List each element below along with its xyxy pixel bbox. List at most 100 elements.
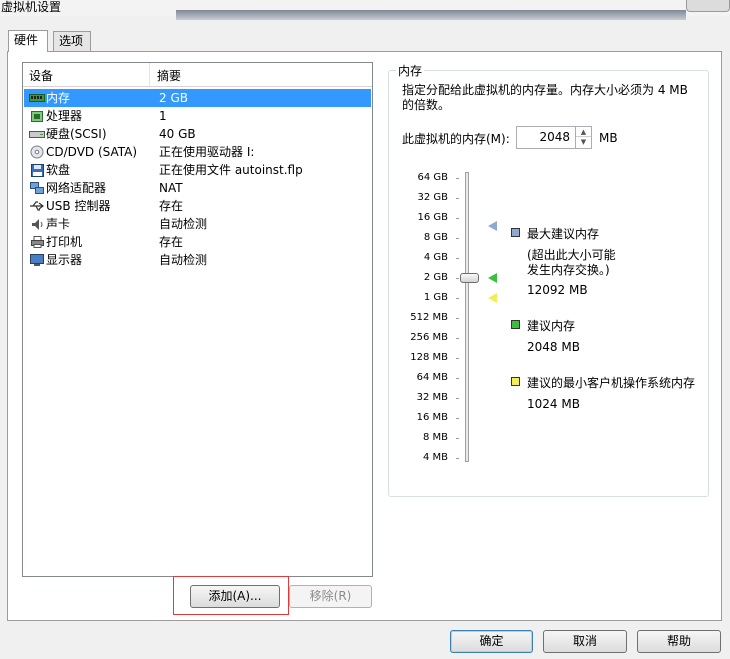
hardware-row-usb[interactable]: USB 控制器 存在 bbox=[24, 197, 371, 215]
scale-tick-mark bbox=[456, 318, 459, 319]
scale-tick-label: 64 GB bbox=[417, 172, 448, 183]
row-summary: 自动检测 bbox=[159, 217, 208, 231]
scale-tick-label: 2 GB bbox=[423, 272, 448, 283]
row-name: 软盘 bbox=[46, 163, 71, 177]
spin-down-icon[interactable]: ▼ bbox=[576, 137, 591, 147]
recommended-legend-swatch bbox=[511, 320, 520, 329]
row-name: 显示器 bbox=[46, 253, 83, 267]
hardware-row-floppy[interactable]: 软盘 正在使用文件 autoinst.flp bbox=[24, 161, 371, 179]
hardware-row-network[interactable]: 网络适配器 NAT bbox=[24, 179, 371, 197]
scale-tick-mark bbox=[456, 358, 459, 359]
row-summary: NAT bbox=[159, 181, 183, 195]
scale-tick-label: 8 GB bbox=[423, 232, 448, 243]
row-name: USB 控制器 bbox=[46, 199, 111, 213]
memory-icon bbox=[29, 91, 45, 105]
guest-min-value: 1024 MB bbox=[527, 397, 580, 411]
guest-min-marker bbox=[488, 293, 497, 303]
hardware-row-processor[interactable]: 处理器 1 bbox=[24, 107, 371, 125]
column-header-device[interactable]: 设备 bbox=[23, 63, 150, 86]
scale-tick-mark bbox=[456, 178, 459, 179]
row-name: CD/DVD (SATA) bbox=[46, 145, 138, 159]
row-summary: 存在 bbox=[159, 199, 184, 213]
guest-min-legend-swatch bbox=[511, 377, 520, 386]
printer-icon bbox=[29, 235, 45, 249]
guest-min-title: 建议的最小客户机操作系统内存 bbox=[527, 376, 696, 390]
scale-tick-label: 16 MB bbox=[416, 412, 448, 423]
memory-slider-thumb[interactable] bbox=[460, 273, 479, 283]
title-bar-shade bbox=[176, 10, 686, 20]
memory-description: 指定分配给此虚拟机的内存量。内存大小必须为 4 MB 的倍数。 bbox=[402, 83, 688, 112]
scale-tick-mark bbox=[456, 258, 459, 259]
memory-value[interactable]: 2048 bbox=[539, 130, 570, 144]
hardware-row-memory[interactable]: 内存 2 GB bbox=[24, 89, 371, 107]
row-name: 网络适配器 bbox=[46, 181, 107, 195]
row-summary: 40 GB bbox=[159, 127, 196, 141]
memory-group-title: 内存 bbox=[396, 62, 425, 79]
ok-button[interactable]: 确定 bbox=[450, 630, 533, 653]
recommended-title: 建议内存 bbox=[527, 319, 576, 333]
max-memory-note: (超出此大小可能 发生内存交换。) bbox=[527, 248, 616, 277]
hardware-row-hard-disk[interactable]: 硬盘(SCSI) 40 GB bbox=[24, 125, 371, 143]
scale-tick-label: 32 MB bbox=[416, 392, 448, 403]
scale-tick-label: 512 MB bbox=[410, 312, 448, 323]
recommended-marker bbox=[488, 273, 497, 283]
tab-options-label: 选项 bbox=[59, 34, 84, 48]
scale-tick-mark bbox=[456, 218, 459, 219]
row-name: 打印机 bbox=[46, 235, 83, 249]
cd-dvd-icon bbox=[29, 145, 45, 159]
max-memory-legend-swatch bbox=[511, 228, 520, 237]
hardware-row-sound[interactable]: 声卡 自动检测 bbox=[24, 215, 371, 233]
hardware-row-display[interactable]: 显示器 自动检测 bbox=[24, 251, 371, 269]
scale-tick-label: 128 MB bbox=[410, 352, 448, 363]
row-summary: 正在使用文件 autoinst.flp bbox=[159, 163, 303, 177]
spin-up-icon[interactable]: ▲ bbox=[576, 127, 591, 137]
floppy-icon bbox=[29, 163, 45, 177]
cancel-button[interactable]: 取消 bbox=[543, 630, 627, 653]
sound-icon bbox=[29, 217, 45, 231]
cpu-icon bbox=[29, 109, 45, 123]
row-summary: 2 GB bbox=[159, 91, 188, 105]
row-summary: 1 bbox=[159, 109, 167, 123]
memory-spinbox[interactable]: 2048 ▲ ▼ bbox=[516, 126, 592, 149]
scale-tick-mark bbox=[456, 438, 459, 439]
row-name: 声卡 bbox=[46, 217, 71, 231]
scale-tick-mark bbox=[456, 338, 459, 339]
row-name: 硬盘(SCSI) bbox=[46, 127, 107, 141]
hardware-row-cd-dvd[interactable]: CD/DVD (SATA) 正在使用驱动器 I: bbox=[24, 143, 371, 161]
usb-icon bbox=[29, 199, 45, 213]
hard-disk-icon bbox=[29, 127, 45, 141]
memory-field-label: 此虚拟机的内存(M): bbox=[402, 132, 510, 146]
scale-tick-mark bbox=[456, 298, 459, 299]
row-name: 内存 bbox=[46, 91, 71, 105]
display-icon bbox=[29, 253, 45, 267]
column-header-summary[interactable]: 摘要 bbox=[151, 63, 371, 86]
recommended-value: 2048 MB bbox=[527, 340, 580, 354]
help-button[interactable]: 帮助 bbox=[637, 630, 721, 653]
title-bar: 虚拟机设置 bbox=[0, 0, 730, 20]
remove-hardware-button[interactable]: 移除(R) bbox=[289, 585, 372, 608]
tab-options[interactable]: 选项 bbox=[53, 31, 91, 52]
scale-tick-mark bbox=[456, 458, 459, 459]
hardware-row-printer[interactable]: 打印机 存在 bbox=[24, 233, 371, 251]
scale-tick-label: 64 MB bbox=[416, 372, 448, 383]
scale-tick-mark bbox=[456, 198, 459, 199]
row-summary: 自动检测 bbox=[159, 253, 208, 267]
scale-tick-mark bbox=[456, 378, 459, 379]
memory-slider-track[interactable] bbox=[465, 172, 469, 462]
scale-tick-label: 256 MB bbox=[410, 332, 448, 343]
tab-hardware[interactable]: 硬件 bbox=[8, 30, 48, 52]
memory-unit: MB bbox=[599, 131, 618, 145]
scale-tick-label: 16 GB bbox=[417, 212, 448, 223]
close-button[interactable] bbox=[686, 0, 730, 12]
network-icon bbox=[29, 181, 45, 195]
row-summary: 存在 bbox=[159, 235, 184, 249]
scale-tick-mark bbox=[456, 238, 459, 239]
scale-tick-label: 1 GB bbox=[423, 292, 448, 303]
scale-tick-label: 32 GB bbox=[417, 192, 448, 203]
scale-tick-label: 8 MB bbox=[422, 432, 448, 443]
hardware-list[interactable]: 设备 摘要 内存 2 GB 处理器 1 硬盘(SCSI) 40 GB CD/DV… bbox=[22, 62, 373, 577]
max-memory-value: 12092 MB bbox=[527, 283, 588, 297]
scale-tick-label: 4 GB bbox=[423, 252, 448, 263]
scale-tick-mark bbox=[456, 398, 459, 399]
row-name: 处理器 bbox=[46, 109, 83, 123]
